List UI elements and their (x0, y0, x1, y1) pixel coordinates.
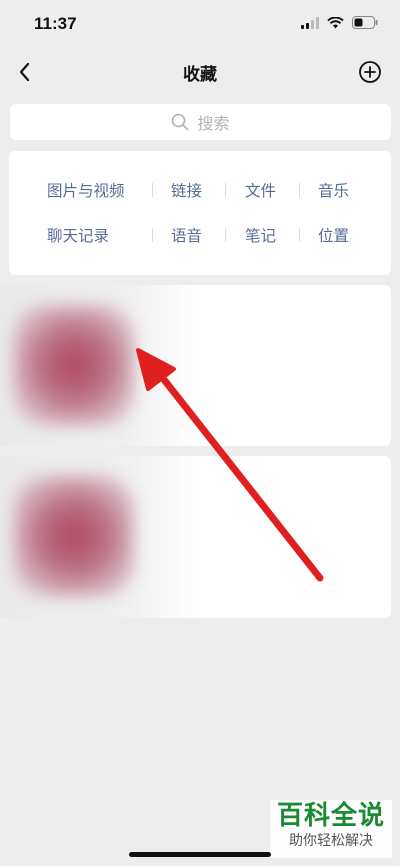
filter-chat-history[interactable]: 聊天记录 (47, 224, 109, 246)
blurred-thumbnail (14, 305, 134, 425)
filter-location[interactable]: 位置 (318, 224, 349, 246)
divider (152, 183, 153, 197)
search-placeholder: 搜索 (197, 114, 230, 133)
divider (152, 228, 153, 242)
blurred-thumbnail (14, 476, 134, 596)
filter-photos-videos[interactable]: 图片与视频 (47, 179, 125, 201)
page-title: 收藏 (183, 65, 217, 85)
filter-row: 图片与视频 链接 文件 音乐 (9, 179, 391, 203)
watermark-logo: 百科全说 助你轻松解决 (270, 800, 392, 858)
category-filters: 图片与视频 链接 文件 音乐 聊天记录 语音 笔记 位置 (9, 151, 391, 275)
favorite-item[interactable] (0, 456, 391, 618)
filter-voice[interactable]: 语音 (171, 224, 202, 246)
status-bar: 11:37 (0, 0, 400, 50)
search-input[interactable]: 搜索 (10, 104, 391, 140)
status-time: 11:37 (34, 14, 77, 33)
divider (225, 183, 226, 197)
divider (299, 228, 300, 242)
plus-circle-icon (359, 61, 381, 83)
add-button[interactable] (358, 60, 382, 84)
nav-bar: 收藏 (0, 50, 400, 94)
filter-links[interactable]: 链接 (171, 179, 202, 201)
filter-notes[interactable]: 笔记 (245, 224, 276, 246)
status-icons (301, 16, 378, 29)
home-indicator[interactable] (129, 852, 271, 857)
watermark-subtitle: 助你轻松解决 (289, 833, 373, 849)
divider (225, 228, 226, 242)
battery-icon (352, 16, 378, 29)
watermark-title: 百科全说 (276, 801, 385, 831)
filter-row: 聊天记录 语音 笔记 位置 (9, 224, 391, 248)
favorite-item[interactable] (0, 285, 391, 446)
divider (299, 183, 300, 197)
filter-files[interactable]: 文件 (245, 179, 276, 201)
filter-music[interactable]: 音乐 (318, 179, 349, 201)
search-icon (172, 113, 189, 131)
signal-icon (301, 16, 319, 29)
wifi-icon (327, 16, 344, 28)
